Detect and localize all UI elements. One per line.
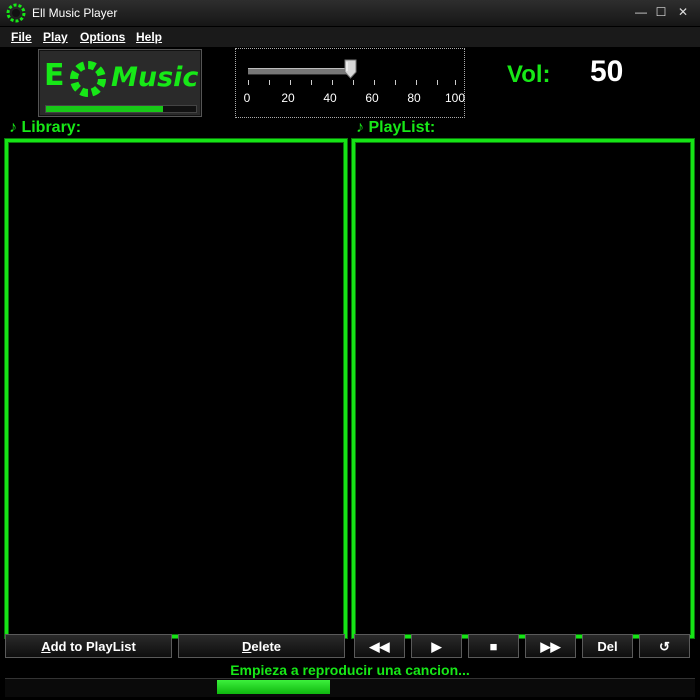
stop-icon: ■ <box>489 639 498 654</box>
volume-label: Vol: <box>507 61 551 88</box>
stop-button[interactable]: ■ <box>468 634 519 658</box>
status-message: Empieza a reproducir una cancion... <box>230 662 470 678</box>
play-icon: ▶ <box>431 639 442 654</box>
seek-tick-label: 60 <box>365 91 379 105</box>
logo-letter-e: E <box>44 58 65 93</box>
status-progress-bar <box>217 680 330 694</box>
status-progress-fill <box>217 680 330 694</box>
seek-tick <box>332 80 333 85</box>
repeat-icon: ↺ <box>659 639 670 654</box>
playlist-delete-button[interactable]: Del <box>582 634 633 658</box>
title-bar: Ell Music Player — ☐ ✕ <box>0 0 700 27</box>
music-note-icon: ♪ <box>9 119 17 136</box>
seek-slider-panel: 0 20 40 60 80 100 <box>235 48 465 118</box>
menu-file[interactable]: File <box>11 30 32 44</box>
delete-accel: D <box>241 639 252 654</box>
playlist-delete-label: Del <box>597 639 618 654</box>
repeat-button[interactable]: ↺ <box>639 634 690 658</box>
add-to-playlist-label: dd to PlayList <box>50 639 136 654</box>
seek-tick-label: 20 <box>281 91 295 105</box>
minimize-button[interactable]: — <box>632 4 650 20</box>
status-bar <box>5 678 695 697</box>
seek-tick-label: 80 <box>407 91 421 105</box>
logo-music-text: Music <box>111 62 199 93</box>
library-list[interactable] <box>5 139 347 638</box>
menu-options[interactable]: Options <box>80 30 125 44</box>
logo-progress-fill <box>46 106 163 112</box>
seek-tick <box>395 80 396 85</box>
menu-bar: File Play Options Help <box>0 27 700 47</box>
logo-ring-icon <box>70 61 106 97</box>
seek-slider-track[interactable] <box>248 68 354 75</box>
logo-panel: E Music <box>38 49 202 117</box>
volume-value: 50 <box>590 55 624 88</box>
window-title: Ell Music Player <box>32 6 118 20</box>
seek-tick <box>290 80 291 85</box>
music-note-icon: ♪ <box>356 119 364 136</box>
play-button[interactable]: ▶ <box>411 634 462 658</box>
seek-slider-thumb[interactable] <box>344 59 357 79</box>
rewind-icon: ◀◀ <box>369 639 390 654</box>
app-logo-icon <box>6 3 26 23</box>
forward-button[interactable]: ▶▶ <box>525 634 576 658</box>
library-heading: ♪ Library: <box>9 119 81 137</box>
delete-label: elete <box>251 639 282 654</box>
seek-tick <box>248 80 249 85</box>
menu-play[interactable]: Play <box>43 30 68 44</box>
seek-tick <box>269 80 270 85</box>
add-to-playlist-accel: A <box>41 639 51 654</box>
seek-tick-label: 40 <box>323 91 337 105</box>
playlist-list[interactable] <box>352 139 694 638</box>
seek-tick <box>455 80 456 85</box>
seek-tick <box>311 80 312 85</box>
close-button[interactable]: ✕ <box>674 4 692 20</box>
forward-icon: ▶▶ <box>540 639 561 654</box>
seek-tick-label: 100 <box>444 91 466 105</box>
delete-button[interactable]: Delete <box>178 634 345 658</box>
playlist-heading: ♪ PlayList: <box>356 119 435 137</box>
seek-tick-label: 0 <box>243 91 251 105</box>
seek-tick <box>374 80 375 85</box>
seek-tick <box>353 80 354 85</box>
logo-progress-bar <box>45 105 197 113</box>
seek-tick <box>437 80 438 85</box>
add-to-playlist-button[interactable]: Add to PlayList <box>5 634 172 658</box>
playlist-label: PlayList: <box>368 119 436 136</box>
rewind-button[interactable]: ◀◀ <box>354 634 405 658</box>
seek-tick <box>416 80 417 85</box>
library-label: Library: <box>21 119 82 136</box>
menu-help[interactable]: Help <box>136 30 162 44</box>
maximize-button[interactable]: ☐ <box>652 4 670 20</box>
